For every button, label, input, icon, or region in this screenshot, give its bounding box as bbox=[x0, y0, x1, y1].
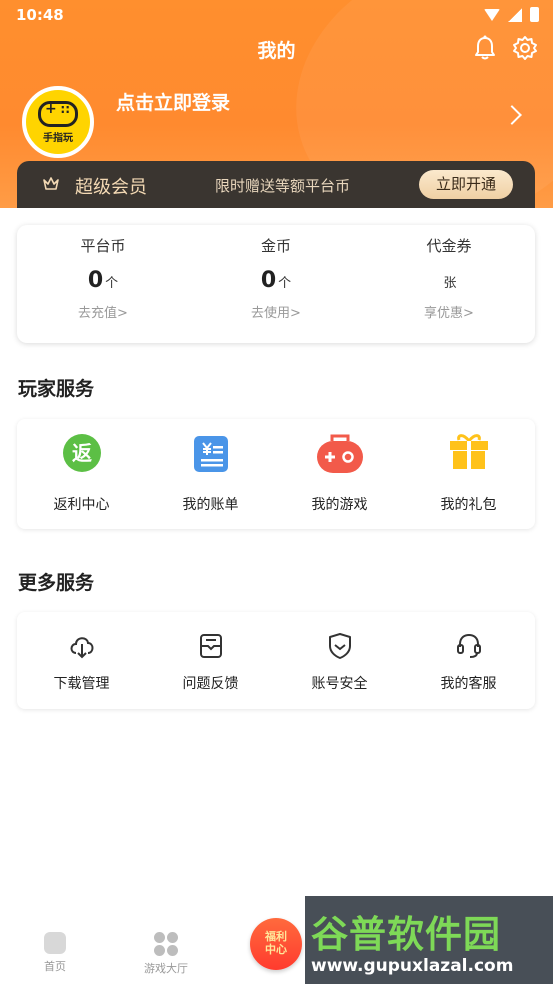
service-games[interactable]: 我的游戏 bbox=[275, 419, 404, 529]
page-title: 我的 bbox=[257, 40, 296, 62]
watermark-title: 谷普软件园 bbox=[311, 913, 501, 956]
service-label: 返利中心 bbox=[53, 497, 110, 513]
vip-promo: 限时赠送等额平台币 bbox=[215, 177, 351, 195]
more-services-card: 下载管理 问题反馈 账号安全 我的客服 bbox=[17, 612, 535, 709]
welfare-icon-text: 福利 中心 bbox=[265, 930, 287, 956]
wallet-item-gold[interactable]: 金币 0个 去使用> bbox=[190, 225, 362, 321]
tab-game-hall[interactable]: 游戏大厅 bbox=[121, 932, 211, 976]
service-label: 我的账单 bbox=[182, 497, 239, 513]
wallet-value: 0个 bbox=[260, 268, 292, 293]
signal-icon bbox=[508, 7, 522, 22]
section-title-more-services: 更多服务 bbox=[18, 572, 95, 594]
tab-home[interactable]: 首页 bbox=[10, 932, 100, 974]
rebate-icon-glyph: 返 bbox=[72, 441, 92, 465]
service-label: 我的游戏 bbox=[311, 497, 368, 513]
watermark-url: www.gupuxlazal.com bbox=[311, 956, 514, 976]
wallet-label: 平台币 bbox=[80, 237, 126, 255]
service-gift[interactable]: 我的礼包 bbox=[404, 419, 533, 529]
section-title-player-services: 玩家服务 bbox=[18, 378, 95, 400]
crown-icon bbox=[43, 177, 59, 190]
avatar-logo-text: 手指玩 bbox=[43, 132, 73, 144]
wallet-item-voucher[interactable]: 代金券 张 享优惠> bbox=[363, 225, 535, 321]
vip-activate-button[interactable]: 立即开通 bbox=[419, 170, 513, 199]
wallet-unit: 个 bbox=[278, 276, 292, 291]
service-label: 下载管理 bbox=[53, 676, 110, 692]
wallet-link-recharge[interactable]: 去充值> bbox=[17, 302, 189, 321]
vip-banner[interactable]: 超级会员 限时赠送等额平台币 立即开通 bbox=[17, 161, 535, 208]
wallet-unit: 个 bbox=[105, 276, 119, 291]
gift-icon bbox=[450, 434, 488, 469]
grid-icon bbox=[154, 932, 178, 956]
vip-title: 超级会员 bbox=[75, 177, 147, 198]
service-download[interactable]: 下载管理 bbox=[17, 612, 146, 709]
wallet-label: 代金券 bbox=[426, 237, 472, 255]
service-support[interactable]: 我的客服 bbox=[404, 612, 533, 709]
service-label: 我的客服 bbox=[440, 676, 497, 692]
service-feedback[interactable]: 问题反馈 bbox=[146, 612, 275, 709]
shield-icon bbox=[329, 633, 351, 659]
service-label: 账号安全 bbox=[311, 676, 368, 692]
avatar[interactable]: 手指玩 bbox=[22, 86, 94, 158]
wallet-value: 张 bbox=[363, 268, 535, 296]
service-rebate[interactable]: 返 返利中心 bbox=[17, 419, 146, 529]
wallet-card: 平台币 0个 去充值> 金币 0个 去使用> 代金券 张 享优惠> bbox=[17, 225, 535, 343]
wallet-item-platform-coin[interactable]: 平台币 0个 去充值> bbox=[17, 225, 189, 321]
tab-label: 游戏大厅 bbox=[144, 962, 188, 975]
status-bar: 10:48 bbox=[0, 0, 553, 30]
service-bill[interactable]: 我的账单 bbox=[146, 419, 275, 529]
bell-icon[interactable] bbox=[473, 35, 497, 61]
wallet-link-discount[interactable]: 享优惠> bbox=[363, 302, 535, 321]
profile-header: 10:48 我的 手指玩 点击立即登录 超级会员 限时赠送等额平台币 立即开通 bbox=[0, 0, 553, 208]
download-icon bbox=[70, 637, 94, 659]
gear-icon[interactable] bbox=[512, 35, 538, 61]
login-link[interactable]: 点击立即登录 bbox=[116, 88, 230, 115]
bill-icon bbox=[194, 436, 228, 472]
wallet-link-use[interactable]: 去使用> bbox=[190, 302, 362, 321]
service-label: 问题反馈 bbox=[182, 676, 239, 692]
status-time: 10:48 bbox=[16, 6, 64, 24]
feedback-icon bbox=[200, 634, 222, 658]
tab-welfare-center[interactable]: 福利 中心 bbox=[250, 918, 302, 970]
home-icon bbox=[44, 932, 66, 954]
headset-icon bbox=[457, 633, 481, 658]
wifi-icon bbox=[484, 8, 500, 21]
wallet-unit: 张 bbox=[443, 276, 457, 291]
gamepad-icon bbox=[317, 434, 363, 473]
tab-label: 首页 bbox=[44, 960, 66, 973]
watermark: 谷普软件园 www.gupuxlazal.com bbox=[305, 896, 553, 984]
chevron-right-icon[interactable] bbox=[502, 105, 522, 125]
wallet-value: 0个 bbox=[87, 268, 119, 293]
battery-icon bbox=[530, 7, 539, 22]
wallet-label: 金币 bbox=[260, 237, 291, 255]
service-label: 我的礼包 bbox=[440, 497, 497, 513]
rebate-icon: 返 bbox=[63, 434, 101, 472]
gamepad-logo-icon bbox=[38, 100, 78, 127]
status-icons bbox=[484, 7, 539, 22]
service-security[interactable]: 账号安全 bbox=[275, 612, 404, 709]
player-services-card: 返 返利中心 我的账单 我的游戏 我的礼包 bbox=[17, 419, 535, 529]
